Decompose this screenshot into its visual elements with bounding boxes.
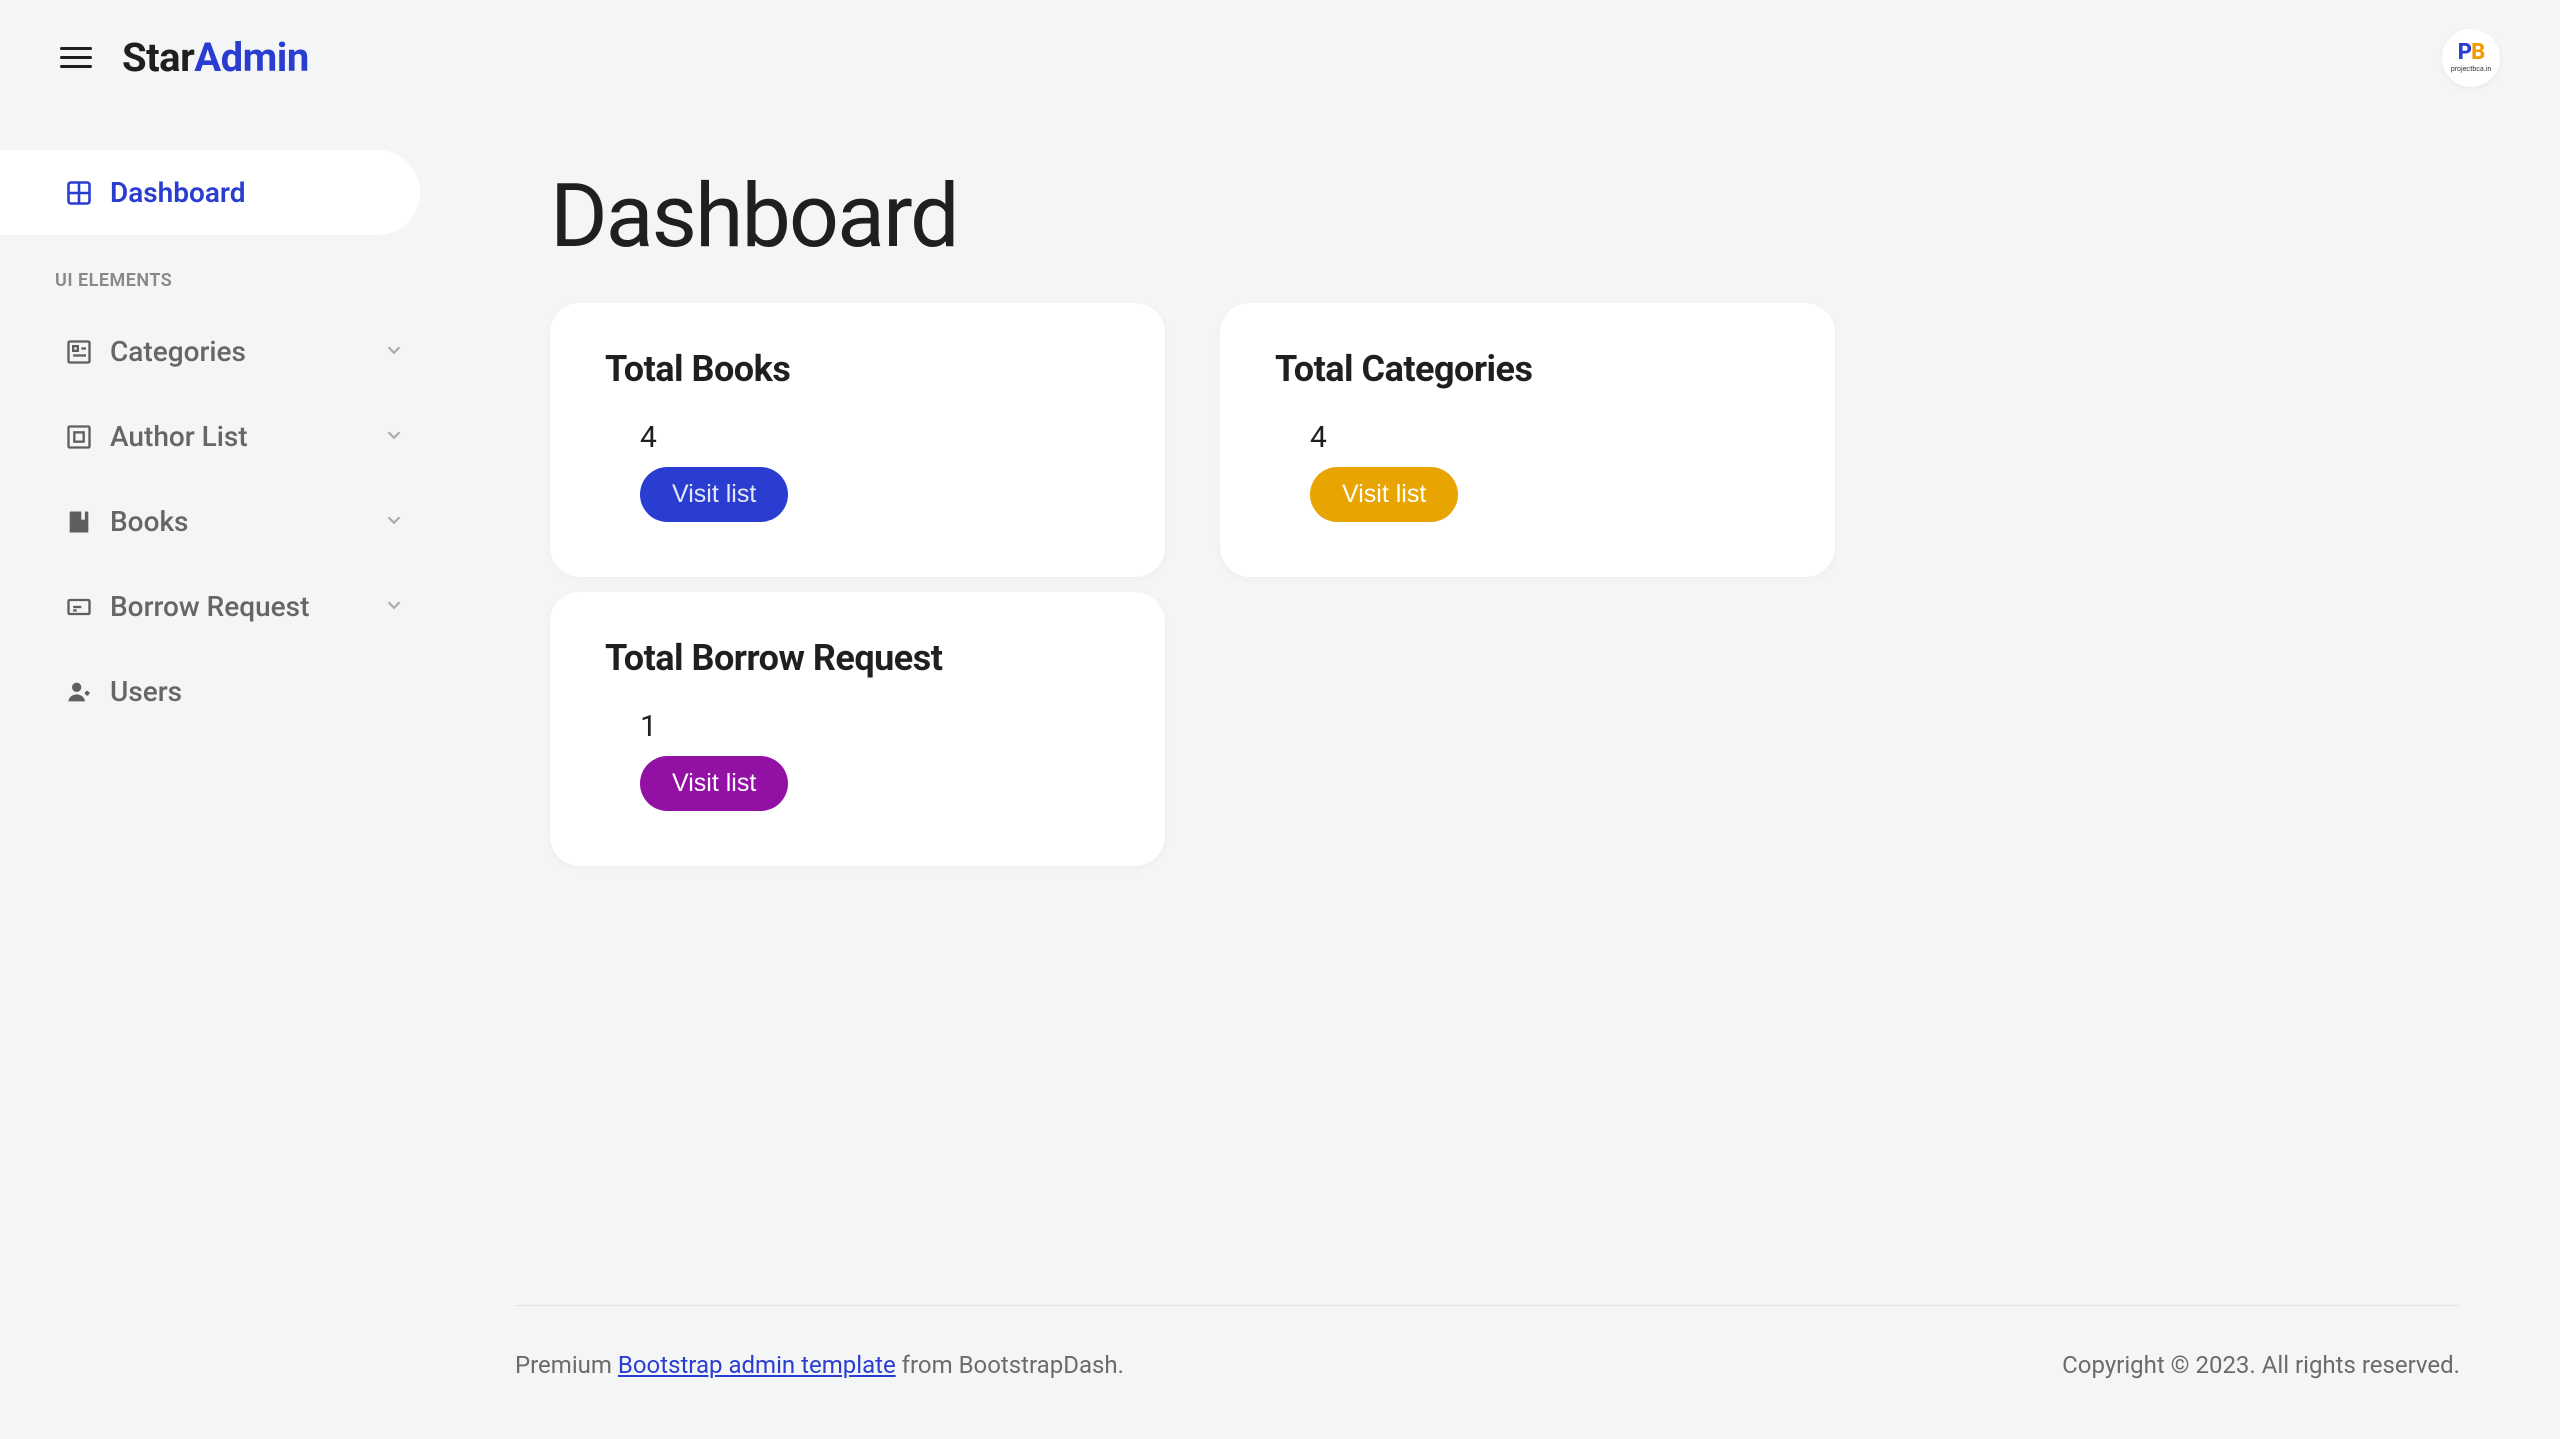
main-content: Dashboard Total Books 4 Visit list Total… (445, 115, 2560, 1439)
card-title: Total Books (605, 348, 1110, 390)
sidebar-item-categories[interactable]: Categories (0, 309, 445, 394)
avatar-initials: PB (2458, 42, 2484, 64)
card-value: 4 (1310, 420, 1780, 455)
footer-copyright: Copyright © 2023. All rights reserved. (2062, 1351, 2460, 1379)
card-total-books: Total Books 4 Visit list (550, 303, 1165, 577)
card-title: Total Categories (1275, 348, 1780, 390)
sidebar-item-label: Dashboard (110, 176, 380, 209)
visit-list-button[interactable]: Visit list (640, 467, 788, 522)
sidebar-item-label: Categories (110, 335, 383, 368)
chevron-down-icon (383, 424, 405, 450)
footer-suffix: from BootstrapDash. (896, 1351, 1124, 1379)
brand-part1: Star (122, 34, 194, 81)
navbar-left: StarAdmin (60, 34, 309, 81)
chevron-down-icon (383, 509, 405, 535)
chevron-down-icon (383, 594, 405, 620)
top-navbar: StarAdmin PB projectbca.in (0, 0, 2560, 115)
card-body: 4 Visit list (1275, 420, 1780, 522)
sidebar: Dashboard UI ELEMENTS Categories (0, 115, 445, 1439)
card-value: 1 (640, 709, 1110, 744)
books-icon (65, 508, 110, 536)
sidebar-item-label: Users (110, 675, 405, 708)
sidebar-section-title: UI ELEMENTS (0, 235, 445, 309)
author-list-icon (65, 423, 110, 451)
categories-icon (65, 338, 110, 366)
footer-link[interactable]: Bootstrap admin template (618, 1351, 896, 1379)
visit-list-button[interactable]: Visit list (640, 756, 788, 811)
card-value: 4 (640, 420, 1110, 455)
sidebar-item-label: Books (110, 505, 383, 538)
brand-logo[interactable]: StarAdmin (122, 34, 309, 81)
sidebar-item-borrow-request[interactable]: Borrow Request (0, 564, 445, 649)
user-avatar[interactable]: PB projectbca.in (2442, 29, 2500, 87)
visit-list-button[interactable]: Visit list (1310, 467, 1458, 522)
sidebar-item-label: Borrow Request (110, 590, 383, 623)
borrow-request-icon (65, 593, 110, 621)
hamburger-menu-button[interactable] (60, 47, 92, 68)
card-body: 4 Visit list (605, 420, 1110, 522)
sidebar-item-users[interactable]: Users (0, 649, 445, 734)
card-title: Total Borrow Request (605, 637, 1110, 679)
sidebar-item-label: Author List (110, 420, 383, 453)
dashboard-icon (65, 179, 110, 207)
sidebar-item-author-list[interactable]: Author List (0, 394, 445, 479)
chevron-down-icon (383, 339, 405, 365)
avatar-subtitle: projectbca.in (2451, 65, 2491, 73)
footer-prefix: Premium (515, 1351, 618, 1379)
cards-grid: Total Books 4 Visit list Total Categorie… (445, 303, 2470, 866)
footer: Premium Bootstrap admin template from Bo… (515, 1305, 2460, 1439)
brand-part2: Admin (194, 34, 309, 81)
layout-container: Dashboard UI ELEMENTS Categories (0, 115, 2560, 1439)
sidebar-item-dashboard[interactable]: Dashboard (0, 150, 420, 235)
page-title: Dashboard (445, 165, 2470, 268)
card-total-categories: Total Categories 4 Visit list (1220, 303, 1835, 577)
users-icon (65, 678, 110, 706)
card-body: 1 Visit list (605, 709, 1110, 811)
card-total-borrow-request: Total Borrow Request 1 Visit list (550, 592, 1165, 866)
footer-left: Premium Bootstrap admin template from Bo… (515, 1351, 1124, 1379)
sidebar-item-books[interactable]: Books (0, 479, 445, 564)
